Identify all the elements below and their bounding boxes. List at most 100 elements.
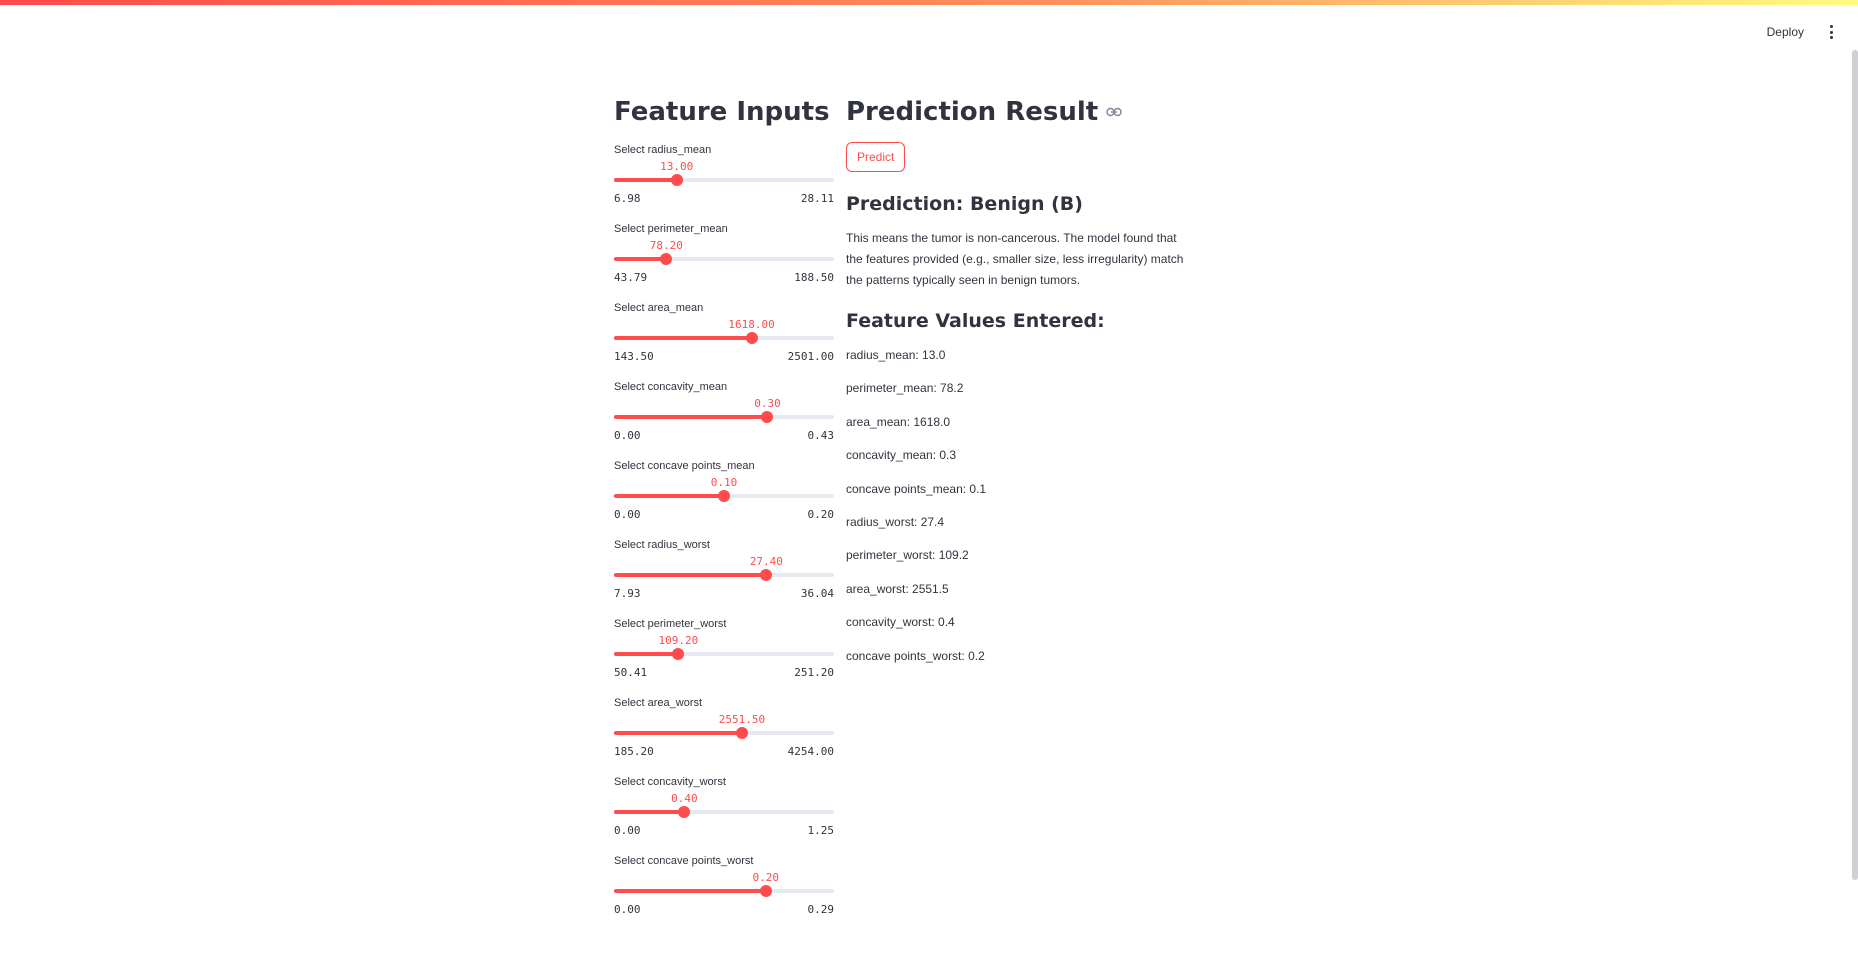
slider-value: 0.20 bbox=[752, 871, 779, 884]
slider-track[interactable] bbox=[614, 332, 834, 344]
slider-track[interactable] bbox=[614, 253, 834, 265]
slider-min: 43.79 bbox=[614, 271, 648, 284]
feature-value-item: area_worst: 2551.5 bbox=[846, 581, 949, 596]
slider-fill bbox=[614, 573, 767, 577]
slider-value: 1618.00 bbox=[728, 318, 775, 331]
slider-max: 36.04 bbox=[800, 587, 834, 600]
feature-value-item: concavity_worst: 0.4 bbox=[846, 615, 955, 630]
slider-label: Select area_worst bbox=[614, 697, 703, 709]
slider-list: Select radius_mean 13.00 6.98 28.11 Select p… bbox=[614, 144, 834, 934]
slider-fill bbox=[614, 731, 742, 735]
slider-9[interactable]: Select concave points_worst 0.20 0.00 0.29 bbox=[614, 855, 834, 934]
slider-0[interactable]: Select radius_mean 13.00 6.98 28.11 bbox=[614, 144, 834, 223]
slider-3[interactable]: Select concavity_mean 0.30 0.00 0.43 bbox=[614, 381, 834, 460]
slider-max: 251.20 bbox=[794, 666, 834, 679]
prediction-result-title: Prediction Result bbox=[846, 92, 1206, 132]
slider-fill bbox=[614, 494, 724, 498]
prediction-column: Prediction Result Predict Prediction: Be… bbox=[846, 92, 1206, 679]
slider-label: Select concavity_mean bbox=[614, 381, 728, 393]
deploy-button[interactable]: Deploy bbox=[1767, 25, 1804, 39]
feature-value-item: concave points_mean: 0.1 bbox=[846, 481, 987, 496]
feature-value-item: concave points_worst: 0.2 bbox=[846, 648, 985, 663]
slider-thumb[interactable] bbox=[718, 490, 730, 502]
slider-max: 28.11 bbox=[800, 192, 834, 205]
slider-5[interactable]: Select radius_worst 27.40 7.93 36.04 bbox=[614, 539, 834, 618]
slider-1[interactable]: Select perimeter_mean 78.20 43.79 188.50 bbox=[614, 223, 834, 302]
feature-values-list: radius_mean: 13.0 perimeter_mean: 78.2 are… bbox=[846, 345, 1206, 679]
slider-min: 0.00 bbox=[614, 429, 641, 442]
slider-value: 27.40 bbox=[749, 555, 783, 568]
prediction-description: This means the tumor is non-cancerous. T… bbox=[846, 231, 1184, 287]
slider-track[interactable] bbox=[614, 490, 834, 502]
slider-8[interactable]: Select concavity_worst 0.40 0.00 1.25 bbox=[614, 776, 834, 855]
slider-fill bbox=[614, 415, 768, 419]
slider-7[interactable]: Select area_worst 2551.50 185.20 4254.00 bbox=[614, 697, 834, 776]
slider-min: 0.00 bbox=[614, 903, 641, 916]
more-vertical-icon[interactable] bbox=[1824, 25, 1838, 39]
slider-track[interactable] bbox=[614, 885, 834, 897]
slider-track[interactable] bbox=[614, 806, 834, 818]
slider-track[interactable] bbox=[614, 727, 834, 739]
slider-thumb[interactable] bbox=[672, 648, 685, 660]
slider-track[interactable] bbox=[614, 648, 834, 660]
slider-label: Select perimeter_worst bbox=[614, 618, 727, 630]
slider-thumb[interactable] bbox=[760, 569, 773, 581]
link-icon[interactable] bbox=[1106, 107, 1122, 117]
slider-thumb[interactable] bbox=[678, 806, 691, 818]
slider-6[interactable]: Select perimeter_worst 109.20 50.41 251.20 bbox=[614, 618, 834, 697]
slider-track[interactable] bbox=[614, 569, 834, 581]
slider-value: 2551.50 bbox=[718, 713, 766, 726]
feature-inputs-column: Feature Inputs Select radius_mean 13.00 6.… bbox=[614, 92, 834, 934]
slider-thumb[interactable] bbox=[660, 253, 673, 265]
slider-min: 0.00 bbox=[614, 508, 641, 521]
slider-fill bbox=[614, 810, 685, 814]
slider-4[interactable]: Select concave points_mean 0.10 0.00 0.20 bbox=[614, 460, 834, 539]
slider-max: 0.29 bbox=[807, 903, 835, 916]
feature-value-item: radius_worst: 27.4 bbox=[846, 514, 945, 529]
slider-min: 6.98 bbox=[614, 192, 641, 205]
slider-value: 0.40 bbox=[671, 792, 698, 805]
prediction-result-title-text: Prediction Result bbox=[846, 97, 1099, 127]
slider-label: Select concave points_mean bbox=[614, 460, 755, 472]
feature-value-item: area_mean: 1618.0 bbox=[846, 414, 951, 429]
slider-fill bbox=[614, 889, 766, 893]
slider-max: 1.25 bbox=[807, 824, 835, 837]
slider-fill bbox=[614, 336, 752, 340]
feature-value-item: radius_mean: 13.0 bbox=[846, 348, 946, 362]
page-scrollbar[interactable] bbox=[1852, 50, 1858, 880]
header-toolbar: Deploy bbox=[1767, 25, 1838, 39]
slider-thumb[interactable] bbox=[735, 727, 748, 739]
slider-fill bbox=[614, 178, 677, 182]
prediction-heading: Prediction: Benign (B) bbox=[846, 193, 1083, 215]
predict-button[interactable]: Predict bbox=[846, 142, 906, 172]
slider-value: 13.00 bbox=[660, 160, 694, 173]
feature-value-item: concavity_mean: 0.3 bbox=[846, 448, 957, 463]
slider-label: Select radius_mean bbox=[614, 144, 712, 156]
slider-value: 78.20 bbox=[649, 239, 683, 252]
slider-min: 0.00 bbox=[614, 824, 641, 837]
slider-label: Select concave points_worst bbox=[614, 855, 754, 867]
slider-max: 4254.00 bbox=[787, 745, 834, 758]
slider-max: 0.43 bbox=[807, 429, 835, 442]
slider-label: Select radius_worst bbox=[614, 539, 710, 551]
slider-thumb[interactable] bbox=[745, 332, 758, 344]
slider-label: Select area_mean bbox=[614, 302, 704, 314]
slider-track[interactable] bbox=[614, 174, 834, 186]
slider-2[interactable]: Select area_mean 1618.00 143.50 2501.00 bbox=[614, 302, 834, 381]
slider-min: 143.50 bbox=[614, 350, 654, 363]
slider-thumb[interactable] bbox=[670, 174, 683, 186]
slider-track[interactable] bbox=[614, 411, 834, 423]
slider-max: 2501.00 bbox=[787, 350, 834, 363]
slider-fill bbox=[614, 652, 679, 656]
slider-label: Select perimeter_mean bbox=[614, 223, 728, 235]
slider-min: 185.20 bbox=[614, 745, 654, 758]
slider-fill bbox=[614, 257, 667, 261]
feature-value-item: perimeter_worst: 109.2 bbox=[846, 548, 969, 563]
slider-max: 0.20 bbox=[807, 508, 835, 521]
slider-value: 0.30 bbox=[754, 397, 781, 410]
feature-inputs-title: Feature Inputs bbox=[614, 97, 830, 127]
feature-value-item: perimeter_mean: 78.2 bbox=[846, 381, 964, 396]
slider-thumb[interactable] bbox=[759, 885, 772, 897]
slider-value: 0.10 bbox=[710, 476, 738, 489]
slider-thumb[interactable] bbox=[761, 411, 774, 423]
